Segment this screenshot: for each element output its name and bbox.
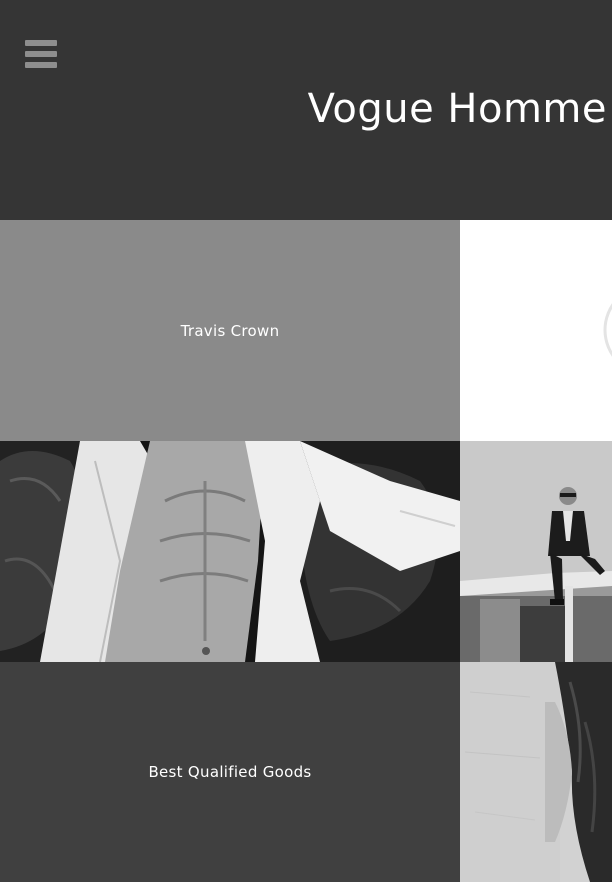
tile-image-shirt-model[interactable] [0, 441, 460, 662]
site-header: Vogue Homme [0, 0, 612, 220]
tile-image-circle[interactable] [460, 220, 612, 441]
menu-bar [25, 51, 57, 57]
portrait-image [460, 662, 612, 882]
tile-travis-crown[interactable]: Travis Crown [0, 220, 460, 441]
tile-label: Best Qualified Goods [148, 763, 312, 781]
menu-bar [25, 62, 57, 68]
tile-image-rooftop-model[interactable] [460, 441, 612, 662]
tile-image-portrait[interactable] [460, 662, 612, 882]
rooftop-model-image [460, 441, 612, 662]
page: Vogue Homme Travis Crown Best Qualified … [0, 0, 612, 882]
shirt-model-image [0, 441, 460, 662]
tile-best-qualified-goods[interactable]: Best Qualified Goods [0, 662, 460, 882]
tile-label: Travis Crown [180, 321, 280, 340]
menu-bar [25, 40, 57, 46]
hamburger-menu-icon[interactable] [25, 40, 57, 70]
brand-title[interactable]: Vogue Homme [308, 86, 607, 132]
circle-image [460, 220, 612, 441]
